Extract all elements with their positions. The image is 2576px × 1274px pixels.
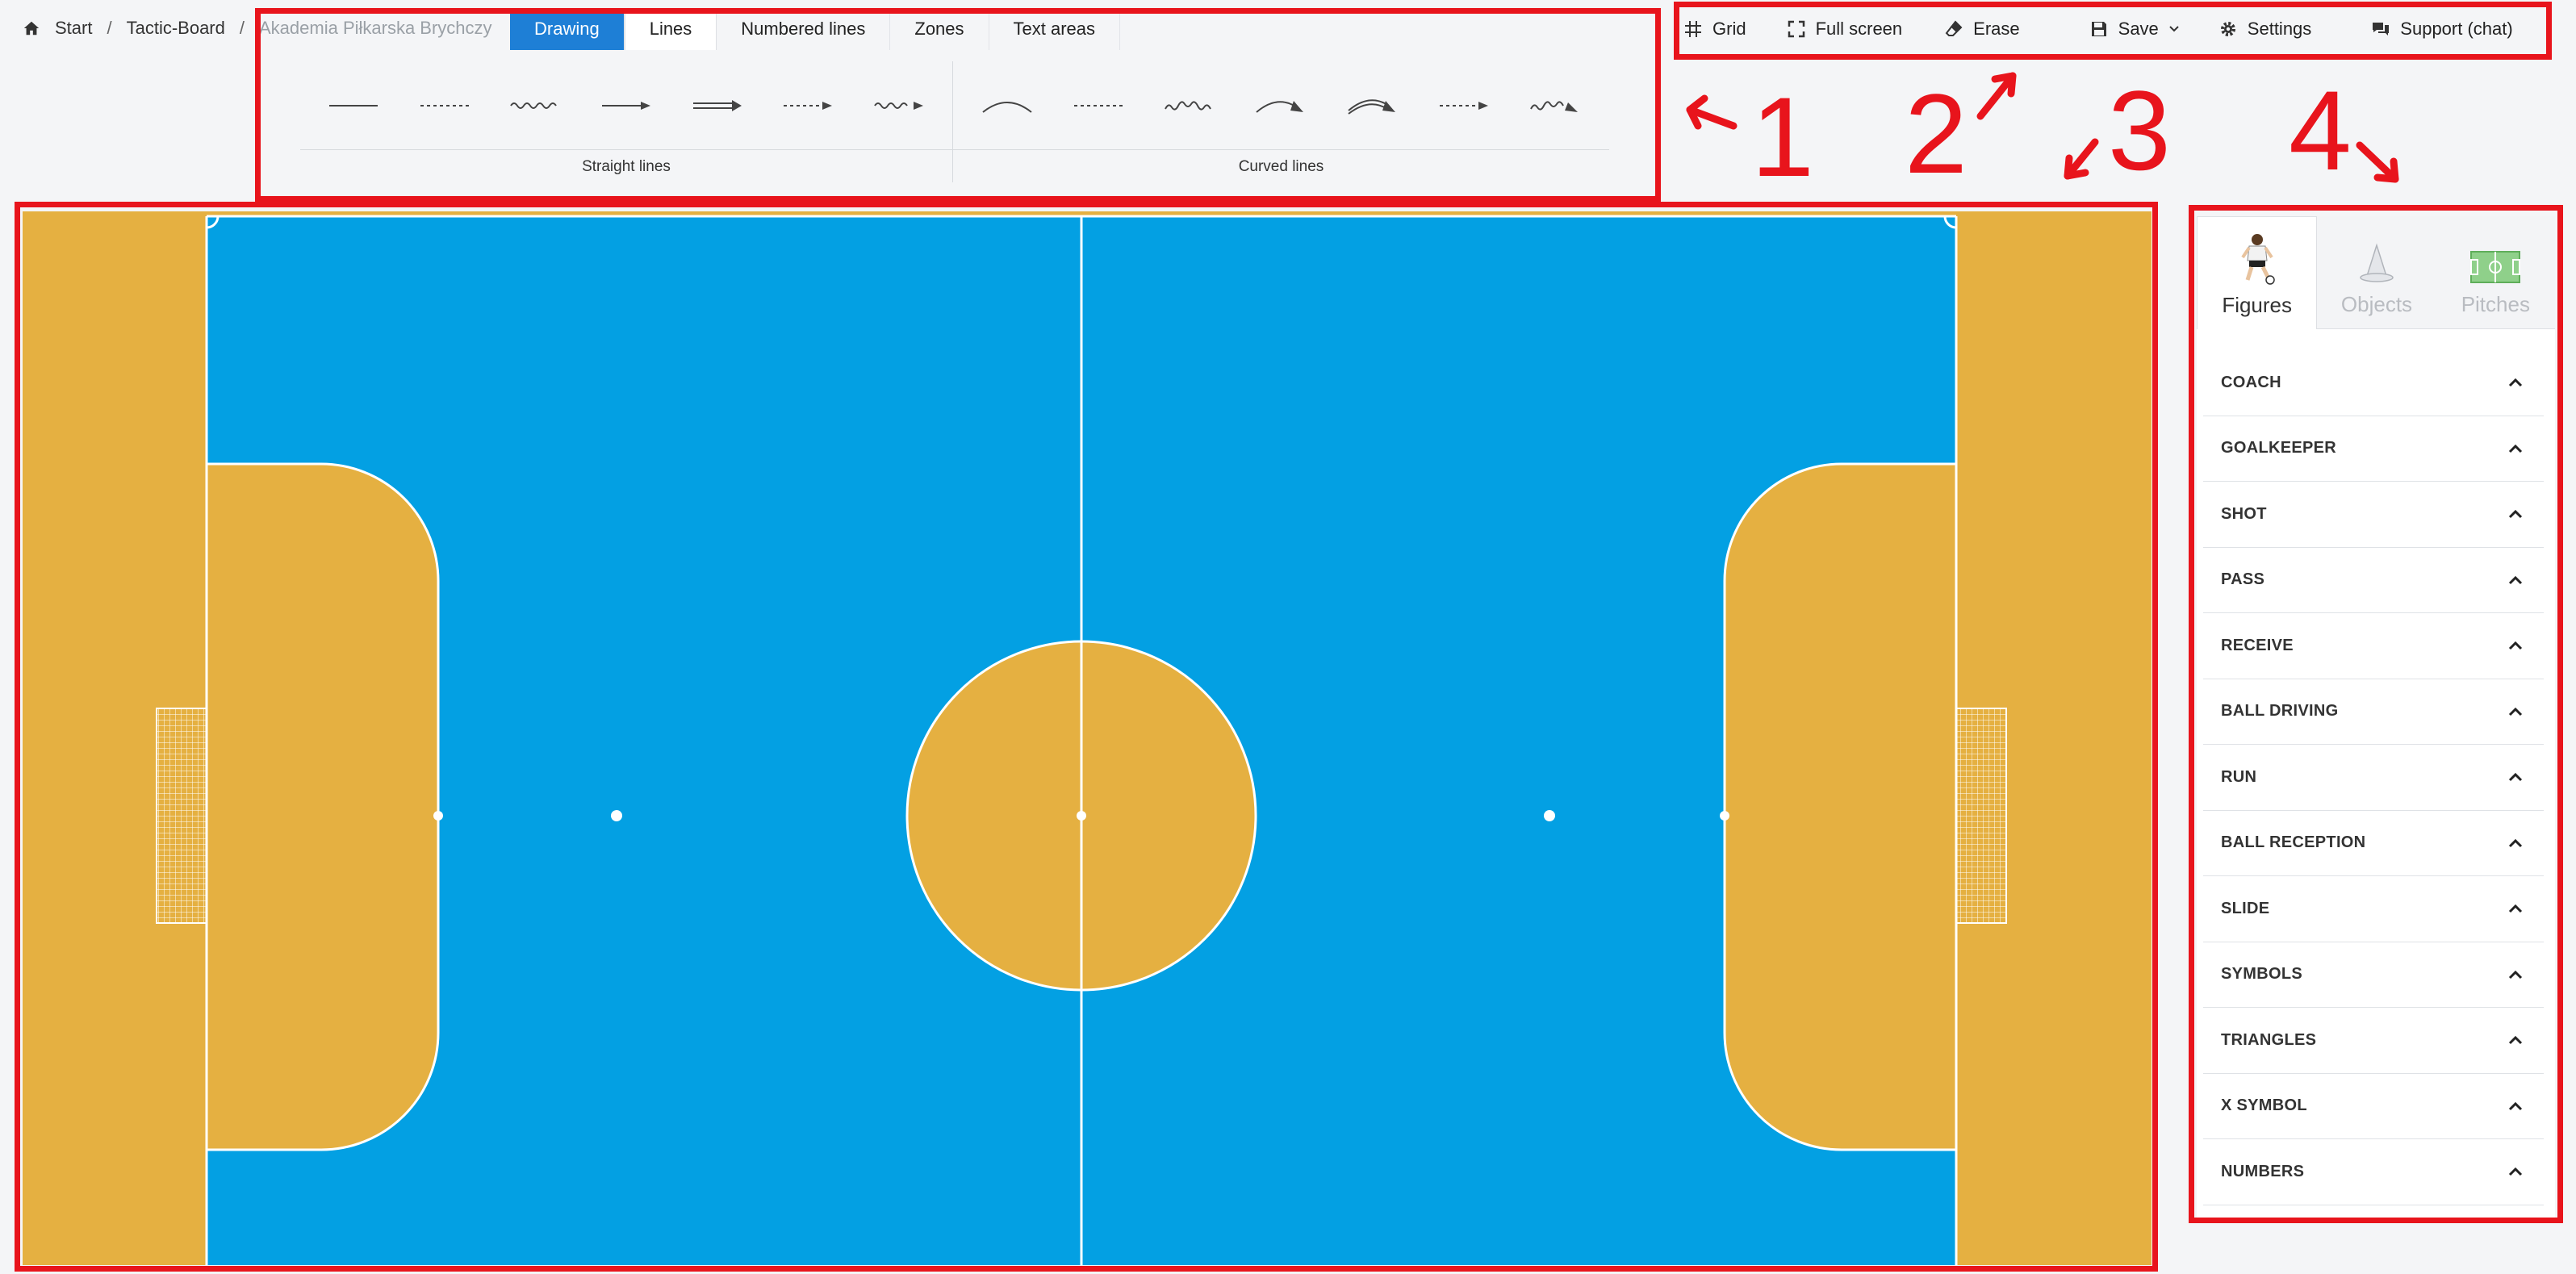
annotation-number-1: 1 (1751, 73, 1814, 200)
annotation-box-1 (255, 8, 1661, 202)
breadcrumb-start[interactable]: Start (55, 18, 92, 39)
annotation-number-4: 4 (2289, 67, 2352, 194)
breadcrumb-separator: / (107, 18, 112, 38)
breadcrumb-separator: / (239, 18, 245, 38)
annotation-box-3 (15, 202, 2158, 1272)
breadcrumb-tactic-board[interactable]: Tactic-Board (127, 18, 225, 39)
annotation-box-4 (2189, 205, 2563, 1223)
annotation-number-3: 3 (2108, 67, 2171, 194)
annotation-box-2 (1674, 2, 2552, 60)
home-icon[interactable] (23, 19, 40, 37)
annotation-number-2: 2 (1905, 70, 1968, 197)
